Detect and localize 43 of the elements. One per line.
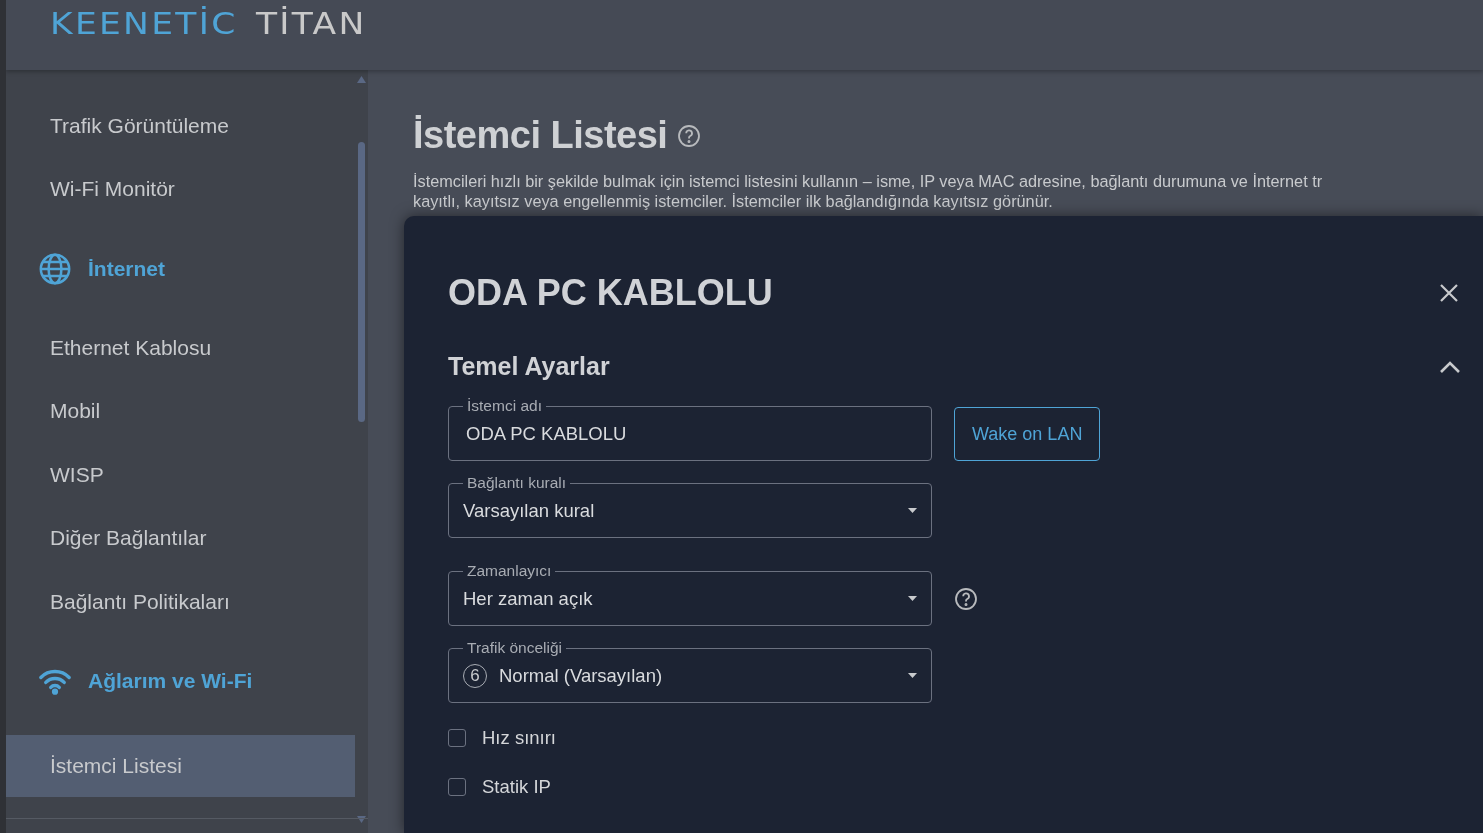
sidebar-item[interactable]: Mobil xyxy=(6,379,355,443)
scroll-up-icon[interactable] xyxy=(357,76,366,83)
page-description: İstemcileri hızlı bir şekilde bulmak için istemci listesini kullanın – isme, IP veya MAC adresine, bağlantı durumuna ve İnternet tr xyxy=(413,171,1324,191)
checkbox[interactable] xyxy=(448,778,466,796)
sidebar-item[interactable]: Trafik Görüntüleme xyxy=(6,94,355,158)
page-title: İstemci Listesi xyxy=(413,114,668,157)
field-label: Bağlantı kuralı xyxy=(463,474,571,492)
wake-on-lan-button[interactable]: Wake on LAN xyxy=(954,407,1101,461)
help-icon[interactable] xyxy=(677,123,702,148)
sidebar-item[interactable]: Bağlantı Politikaları xyxy=(6,570,355,634)
sidebar-item[interactable]: Ethernet Kablosu xyxy=(6,316,355,380)
close-button[interactable] xyxy=(1439,283,1459,303)
sidebar-item[interactable]: İstemci Listesi xyxy=(6,734,355,797)
checkbox-label: Statik IP xyxy=(482,776,551,798)
close-icon xyxy=(1439,283,1459,303)
section-label: İnternet xyxy=(88,256,165,281)
field-label: Zamanlayıcı xyxy=(463,562,556,580)
section-label: Ağlarım ve Wi-Fi xyxy=(88,669,253,693)
field-value: Varsayılan kural xyxy=(463,499,596,522)
caret-icon xyxy=(908,596,917,601)
caret-icon xyxy=(908,673,917,678)
caret-icon xyxy=(908,508,917,513)
logo-model: TİTAN xyxy=(256,6,367,41)
collapse-toggle[interactable] xyxy=(1439,359,1461,374)
field-value: Normal (Varsayılan) xyxy=(499,664,664,687)
sidebar-item[interactable]: Diğer Bağlantılar xyxy=(6,506,355,570)
sidebar-item[interactable]: WISP xyxy=(6,443,355,507)
sidebar-section[interactable]: Ağlarım ve Wi-Fi xyxy=(6,633,355,729)
checkbox-label: Hız sınırı xyxy=(482,727,556,749)
field-value: Her zaman açık xyxy=(463,587,594,610)
sidebar-item[interactable]: Wi-Fi Monitör xyxy=(6,157,355,221)
page-description: kayıtlı, kayıtsız veya engellenmiş istemciler. İstemciler ilk bağlandığında kayıtsız görünür. xyxy=(413,191,1054,211)
dialog-title: ODA PC KABLOLU xyxy=(448,272,773,314)
checkbox[interactable] xyxy=(448,729,466,747)
scroll-thumb[interactable] xyxy=(358,142,365,422)
chevron-up-icon xyxy=(1439,359,1461,374)
section-title: Temel Ayarlar xyxy=(448,352,610,381)
field-label: Trafik önceliği xyxy=(463,639,567,657)
help-icon[interactable] xyxy=(954,586,978,611)
field-value: ODA PC KABLOLU xyxy=(465,422,628,445)
logo-brand: KEENETİC xyxy=(50,6,238,41)
globe-icon xyxy=(38,251,72,286)
sidebar-section[interactable]: İnternet xyxy=(6,221,355,316)
